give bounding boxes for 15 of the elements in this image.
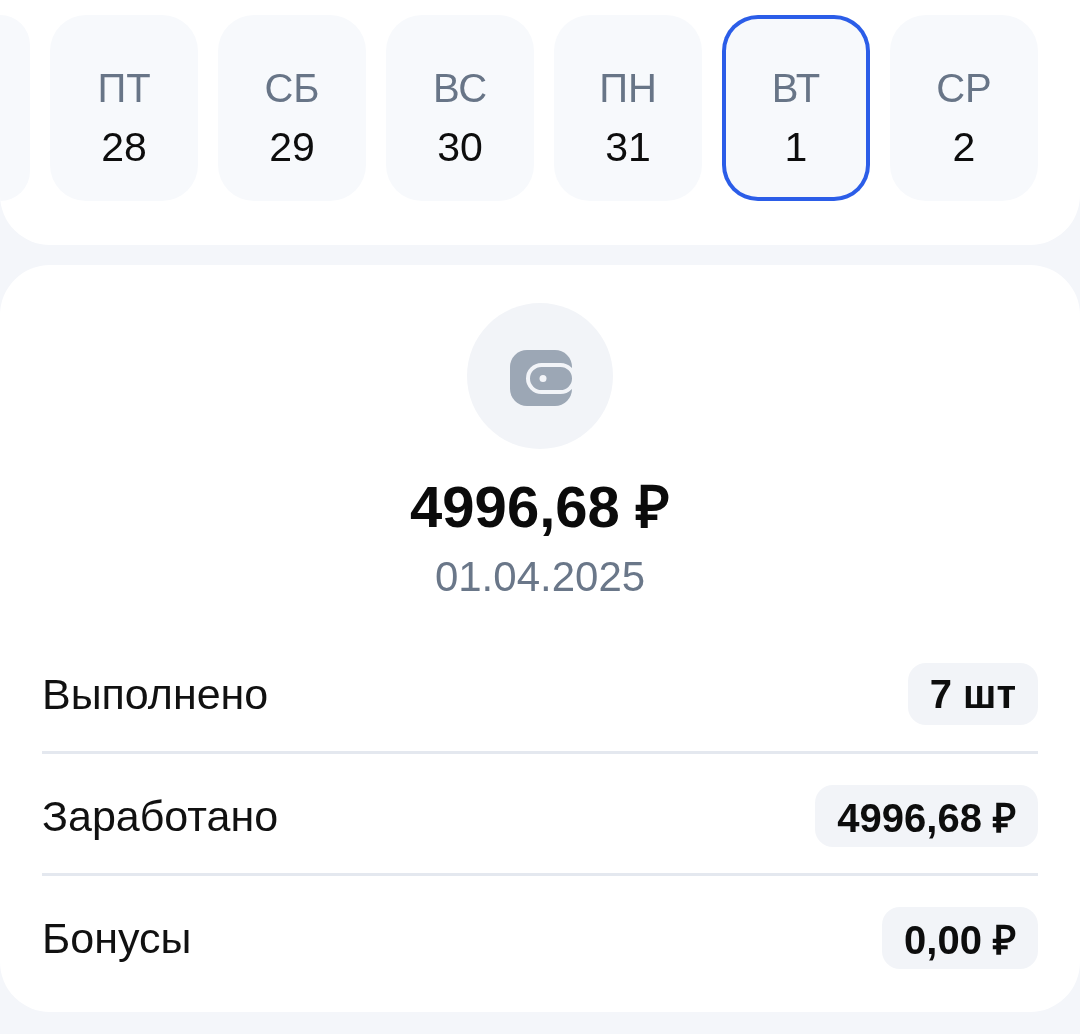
- stat-value: 7 шт: [907, 663, 1038, 725]
- stat-label: Заработано: [42, 791, 279, 842]
- day-tile[interactable]: ВТ 1: [722, 15, 870, 201]
- day-tile[interactable]: СР 2: [890, 15, 1038, 201]
- stat-value: 0,00 ₽: [882, 907, 1038, 969]
- stat-value: 4996,68 ₽: [815, 785, 1038, 847]
- stat-label: Бонусы: [42, 913, 192, 964]
- day-tile[interactable]: ПТ 28: [50, 15, 198, 201]
- day-tile[interactable]: ПН 31: [554, 15, 702, 201]
- day-tile[interactable]: СБ 29: [218, 15, 366, 201]
- date-text: 01.04.2025: [433, 552, 647, 602]
- day-tile[interactable]: ВС 30: [386, 15, 534, 201]
- total-amount: 4996,68 ₽: [409, 473, 671, 541]
- stat-label: Выполнено: [42, 669, 269, 720]
- wallet-icon: [467, 303, 613, 449]
